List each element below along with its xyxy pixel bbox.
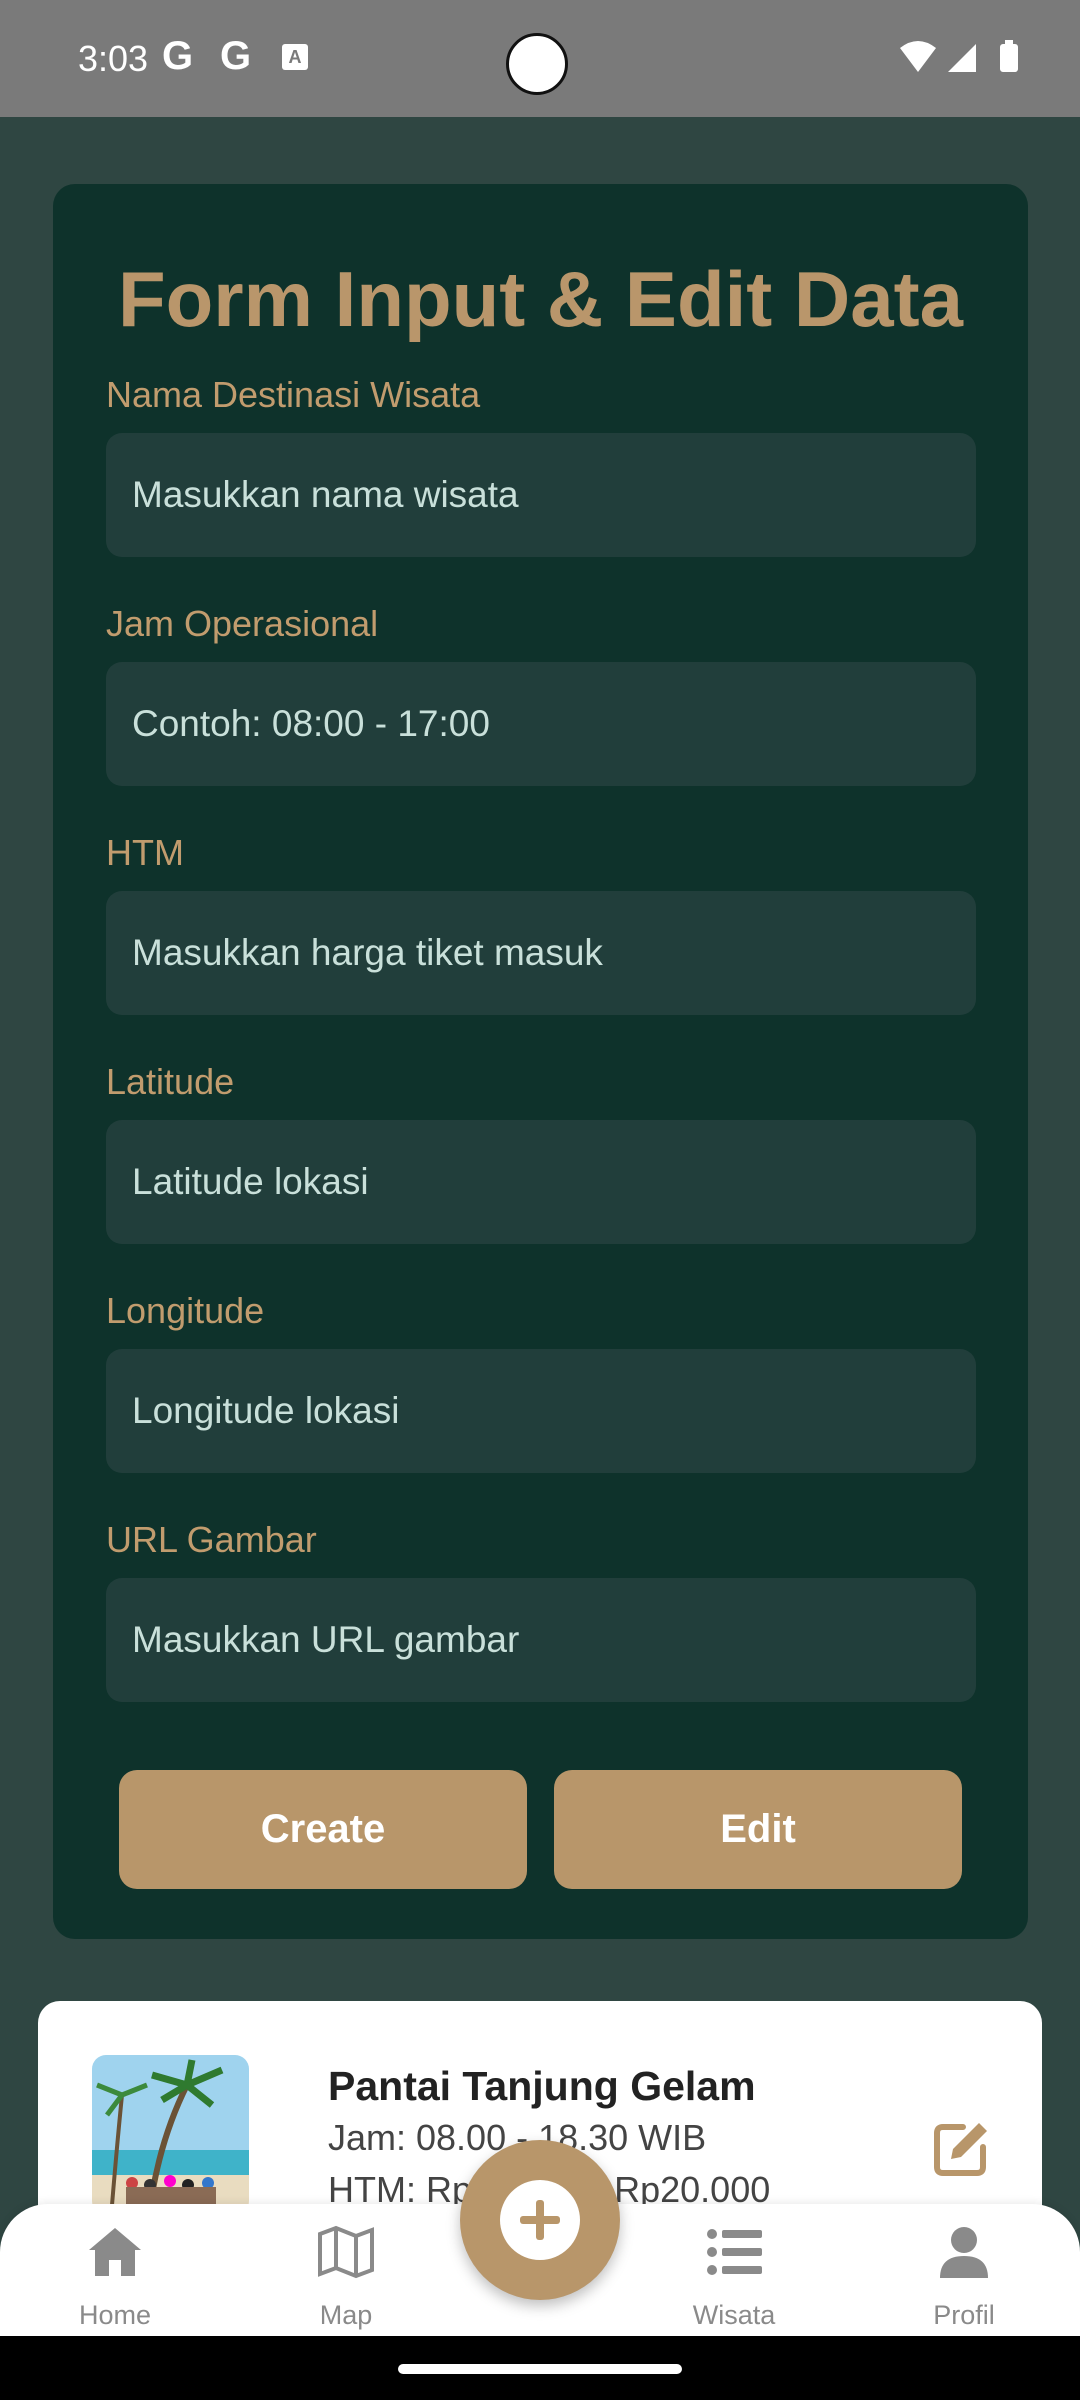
nav-item-map[interactable]: Map (256, 2204, 436, 2336)
nav-item-wisata[interactable]: Wisata (644, 2204, 824, 2336)
nav-label-map: Map (319, 2300, 373, 2330)
edit-button[interactable]: Edit (554, 1770, 962, 1889)
label-longitude: Longitude (106, 1290, 265, 1331)
item-thumbnail (92, 2055, 249, 2215)
status-bar: 3:03 G G A (0, 0, 1080, 117)
form-title: Form Input & Edit Data (118, 255, 963, 343)
nav-item-profil[interactable]: Profil (874, 2204, 1054, 2336)
label-url-gambar: URL Gambar (106, 1519, 317, 1560)
home-icon (89, 2228, 141, 2276)
edit-icon[interactable] (933, 2119, 991, 2182)
translate-icon: A (282, 44, 308, 70)
status-time: 3:03 (78, 38, 149, 79)
create-button[interactable]: Create (119, 1770, 527, 1889)
google-icon: G (162, 34, 194, 78)
url-gambar-input[interactable]: Masukkan URL gambar (106, 1578, 976, 1702)
label-jam: Jam Operasional (106, 603, 379, 644)
htm-input[interactable]: Masukkan harga tiket masuk (106, 891, 976, 1015)
wifi-icon (900, 41, 936, 72)
battery-icon (1000, 44, 1018, 72)
camera-cutout (506, 33, 568, 95)
jam-input[interactable]: Contoh: 08:00 - 17:00 (106, 662, 976, 786)
nav-label-wisata: Wisata (692, 2300, 776, 2330)
nav-label-profil: Profil (933, 2300, 995, 2330)
status-icons (898, 40, 1028, 81)
item-name: Pantai Tanjung Gelam (328, 2063, 756, 2109)
nav-item-home[interactable]: Home (25, 2204, 205, 2336)
system-nav-bar (0, 2336, 1080, 2400)
longitude-input[interactable]: Longitude lokasi (106, 1349, 976, 1473)
label-nama: Nama Destinasi Wisata (106, 374, 481, 415)
label-htm: HTM (106, 832, 184, 873)
form-card: Form Input & Edit Data Nama Destinasi Wi… (53, 184, 1028, 1939)
signal-icon (948, 44, 976, 72)
add-icon (500, 2180, 580, 2260)
latitude-input[interactable]: Latitude lokasi (106, 1120, 976, 1244)
add-button[interactable] (460, 2140, 620, 2300)
nama-input[interactable]: Masukkan nama wisata (106, 433, 976, 557)
list-icon (707, 2229, 762, 2275)
nav-label-home: Home (78, 2300, 152, 2330)
label-latitude: Latitude (106, 1061, 235, 1102)
map-icon (318, 2225, 374, 2279)
google-icon-2: G (220, 34, 252, 78)
home-indicator[interactable] (398, 2364, 682, 2374)
person-icon (940, 2227, 988, 2278)
